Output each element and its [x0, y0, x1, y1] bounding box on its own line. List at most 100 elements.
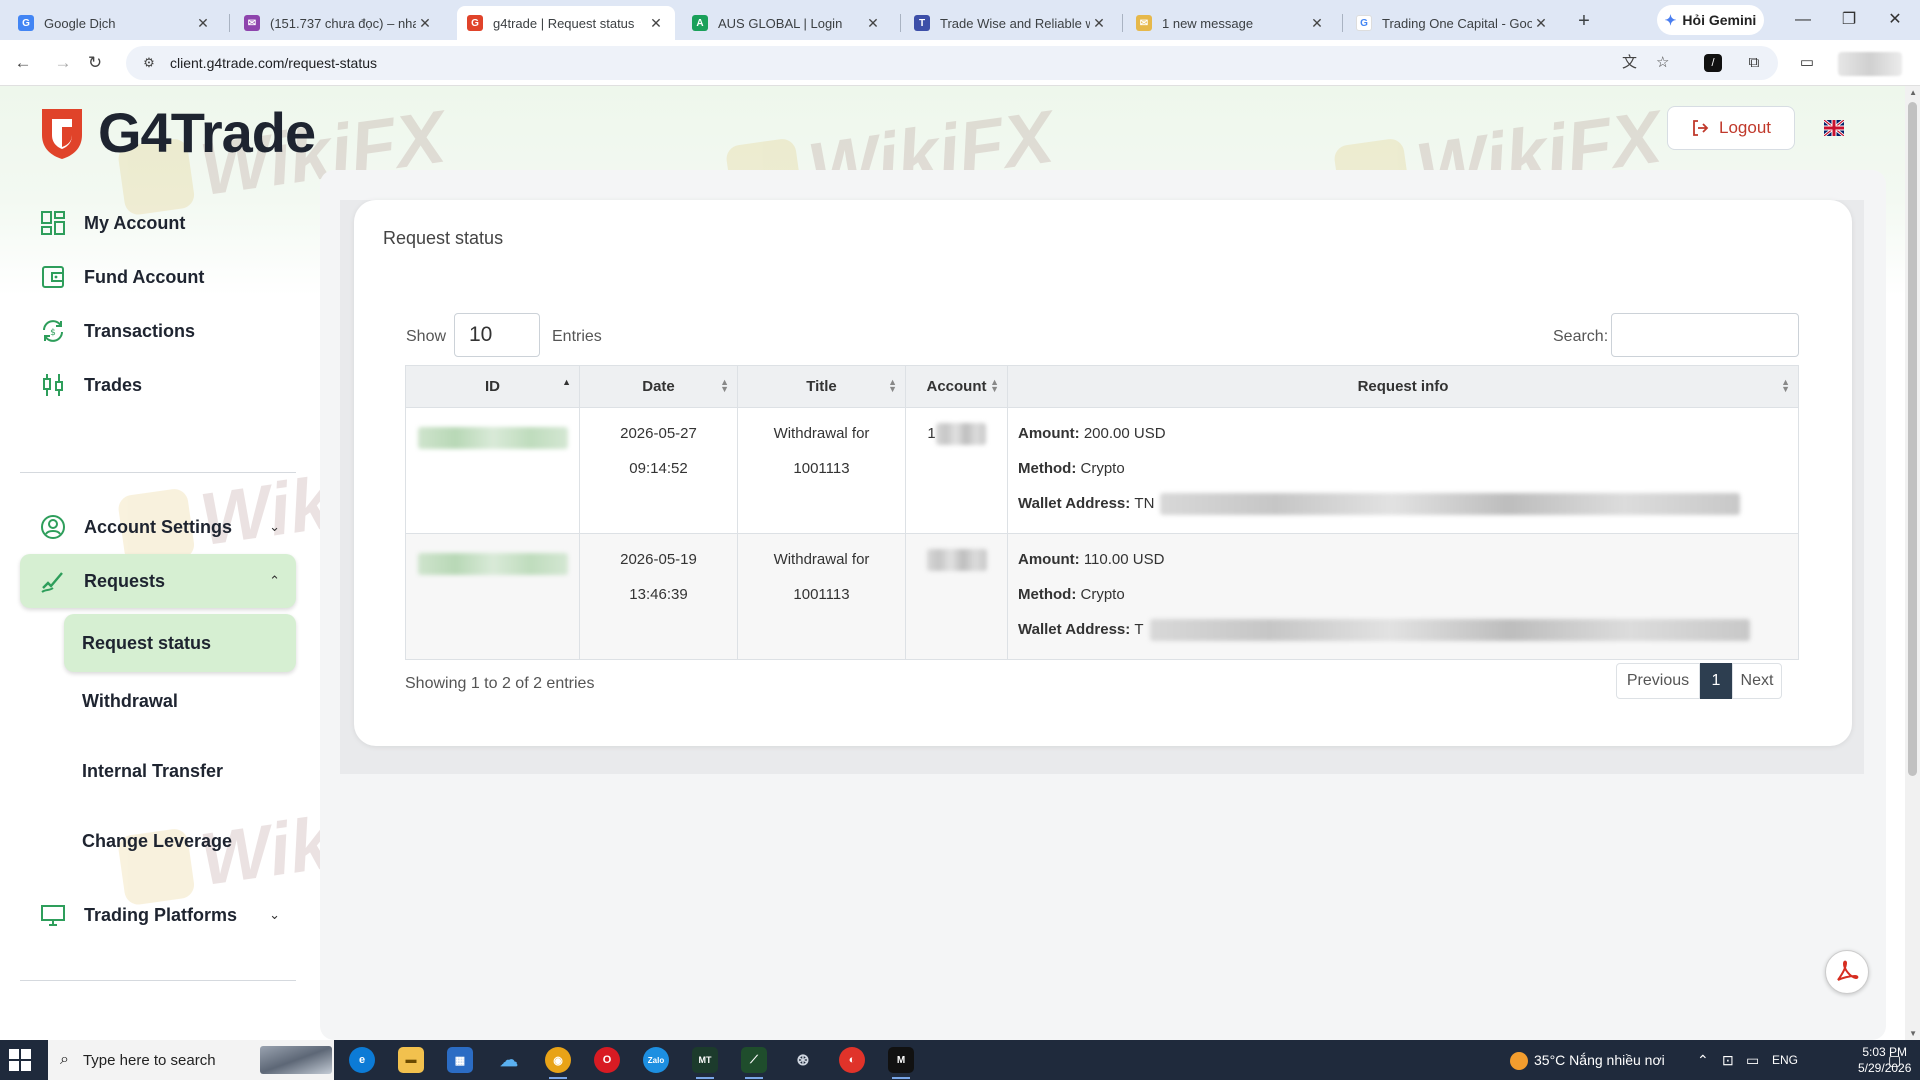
- translate-icon[interactable]: 文: [1622, 46, 1637, 80]
- g4trade-favicon-icon: G: [467, 15, 483, 31]
- column-header-title[interactable]: Title ▲ ▼: [737, 365, 906, 408]
- page-scrollbar[interactable]: ▲ ▼: [1905, 86, 1920, 1040]
- user-circle-icon: [41, 515, 65, 539]
- site-info-icon[interactable]: ⚙: [134, 55, 164, 71]
- table-row: 2026-05-19 13:46:39 Withdrawal for 10011…: [405, 533, 1799, 660]
- chevron-down-icon: ⌄: [269, 907, 280, 922]
- minimize-button[interactable]: —: [1780, 6, 1826, 34]
- pagination-page-1[interactable]: 1: [1700, 663, 1732, 699]
- windows-start-icon[interactable]: [8, 1048, 32, 1072]
- tab-google-translate[interactable]: G Google Dịch ✕: [8, 6, 222, 40]
- sidebar-item-trades[interactable]: Trades: [20, 358, 296, 412]
- scroll-down-icon[interactable]: ▼: [1909, 1029, 1917, 1038]
- pagination-previous-button[interactable]: Previous: [1616, 663, 1700, 699]
- sort-icon: ▲ ▼: [1781, 377, 1790, 394]
- tab-trading-one-capital[interactable]: G Trading One Capital - Google ✕: [1346, 6, 1560, 40]
- scroll-up-icon[interactable]: ▲: [1909, 88, 1917, 97]
- svg-text:$: $: [50, 328, 56, 338]
- sidebar-subitem-request-status[interactable]: Request status: [64, 614, 296, 672]
- opera-icon[interactable]: O: [594, 1047, 620, 1073]
- table-info-text: Showing 1 to 2 of 2 entries: [405, 675, 595, 692]
- close-window-button[interactable]: ✕: [1872, 6, 1918, 34]
- close-tab-icon[interactable]: ✕: [1090, 15, 1108, 32]
- taskbar-search[interactable]: ⌕ Type here to search: [48, 1040, 334, 1080]
- cell-id: [405, 533, 580, 660]
- weather-widget[interactable]: 35°C Nắng nhiều nơi: [1510, 1040, 1665, 1080]
- uk-flag-icon[interactable]: [1824, 120, 1844, 136]
- pdf-reader-button[interactable]: [1825, 950, 1869, 994]
- tab-aus-global[interactable]: A AUS GLOBAL | Login ✕: [682, 6, 892, 40]
- ask-gemini-button[interactable]: ✦ Hỏi Gemini: [1657, 5, 1764, 35]
- bookmark-star-icon[interactable]: ☆: [1656, 46, 1669, 80]
- file-explorer-icon[interactable]: ▬: [398, 1047, 424, 1073]
- pagination-next-button[interactable]: Next: [1732, 663, 1782, 699]
- onedrive-icon[interactable]: ☁: [496, 1047, 522, 1073]
- sidebar-item-account-settings[interactable]: Account Settings ⌄: [20, 500, 296, 554]
- grid-icon: [41, 211, 65, 235]
- volume-icon[interactable]: ▭: [1746, 1040, 1759, 1080]
- sidebar-item-fund-account[interactable]: Fund Account: [20, 250, 296, 304]
- restore-button[interactable]: ❐: [1826, 6, 1872, 34]
- column-header-date[interactable]: Date ▲ ▼: [579, 365, 738, 408]
- url-text[interactable]: client.g4trade.com/request-status: [170, 55, 377, 71]
- acrobat-icon: [1837, 960, 1859, 981]
- new-tab-button[interactable]: +: [1571, 8, 1597, 34]
- request-table: ID ▲ Date ▲ ▼ Title ▲ ▼ Account ▲ ▼ Requ…: [405, 365, 1799, 660]
- column-header-account[interactable]: Account ▲ ▼: [905, 365, 1008, 408]
- profile-avatar[interactable]: [1838, 52, 1902, 76]
- tab-trade-wise[interactable]: T Trade Wise and Reliable with ✕: [904, 6, 1118, 40]
- input-language[interactable]: ENG: [1772, 1040, 1798, 1080]
- red-app-icon[interactable]: ◐: [839, 1047, 865, 1073]
- logout-button[interactable]: Logout: [1667, 106, 1795, 150]
- google-translate-icon: G: [18, 15, 34, 31]
- sort-icon: ▲ ▼: [990, 377, 999, 394]
- chrome-icon[interactable]: ◉: [545, 1047, 571, 1079]
- network-icon[interactable]: ⊡: [1722, 1040, 1734, 1080]
- scrollbar-thumb[interactable]: [1908, 102, 1917, 776]
- reload-button[interactable]: ↻: [80, 48, 110, 78]
- sidebar-item-trading-platforms[interactable]: Trading Platforms ⌄: [20, 888, 296, 942]
- sidebar-subitem-change-leverage[interactable]: Change Leverage: [64, 812, 296, 870]
- close-tab-icon[interactable]: ✕: [1532, 15, 1550, 32]
- mt-icon[interactable]: MT: [692, 1047, 718, 1079]
- tab-g4trade-request-status[interactable]: G g4trade | Request status ✕: [457, 6, 675, 40]
- sidebar-item-requests[interactable]: Requests ⌃: [20, 554, 296, 608]
- column-header-request-info[interactable]: Request info ▲ ▼: [1007, 365, 1799, 408]
- back-button[interactable]: ←: [8, 48, 38, 78]
- search-input[interactable]: [1611, 313, 1799, 357]
- browser-tab-strip: G Google Dịch ✕ ✉ (151.737 chưa đọc) – n…: [0, 0, 1920, 40]
- close-tab-icon[interactable]: ✕: [864, 15, 882, 32]
- sidebar-subitem-internal-transfer[interactable]: Internal Transfer: [64, 742, 296, 800]
- zalo-icon[interactable]: Zalo: [643, 1047, 669, 1073]
- forward-button[interactable]: →: [48, 48, 78, 78]
- store-icon[interactable]: ▦: [447, 1047, 473, 1073]
- request-status-card: Request status Show 10 Entries Search: I…: [354, 200, 1852, 746]
- page-viewport: WikiFX WikiFX WikiFX WikiFX WikiFX WikiF…: [0, 86, 1920, 1040]
- tripadvisor-icon[interactable]: ⊛: [790, 1047, 816, 1073]
- extension-icon[interactable]: /: [1704, 54, 1722, 72]
- taskbar-clock[interactable]: 5:03 PM 5/29/2026: [1858, 1044, 1911, 1076]
- metatrader-icon[interactable]: M: [888, 1047, 914, 1079]
- sidebar-subitem-withdrawal[interactable]: Withdrawal: [64, 672, 296, 730]
- pen-icon: [41, 572, 63, 593]
- tray-chevron-up-icon[interactable]: ⌃: [1697, 1040, 1709, 1080]
- tab-mail[interactable]: ✉ (151.737 chưa đọc) – nhamai ✕: [234, 6, 444, 40]
- cell-id: [405, 407, 580, 534]
- tab-new-message[interactable]: ✉ 1 new message ✕: [1126, 6, 1336, 40]
- sidebar-item-my-account[interactable]: My Account: [20, 196, 296, 250]
- close-tab-icon[interactable]: ✕: [416, 15, 434, 32]
- exchange-icon: $: [43, 320, 63, 342]
- chart-app-icon[interactable]: ⟋: [741, 1047, 767, 1079]
- close-tab-icon[interactable]: ✕: [647, 15, 665, 32]
- g4trade-logo[interactable]: G4Trade: [38, 100, 316, 165]
- extensions-puzzle-icon[interactable]: ⧉: [1741, 50, 1767, 76]
- sidebar-item-transactions[interactable]: $ Transactions: [20, 304, 296, 358]
- side-panel-icon[interactable]: ▭: [1794, 50, 1820, 76]
- notifications-icon[interactable]: ▢: [1888, 1040, 1901, 1080]
- close-tab-icon[interactable]: ✕: [1308, 15, 1326, 32]
- close-tab-icon[interactable]: ✕: [194, 15, 212, 32]
- edge-icon[interactable]: e: [349, 1047, 375, 1073]
- page-length-select[interactable]: 10: [454, 313, 540, 357]
- column-header-id[interactable]: ID ▲: [405, 365, 580, 408]
- address-bar[interactable]: ⚙ client.g4trade.com/request-status 文 ☆: [126, 46, 1778, 80]
